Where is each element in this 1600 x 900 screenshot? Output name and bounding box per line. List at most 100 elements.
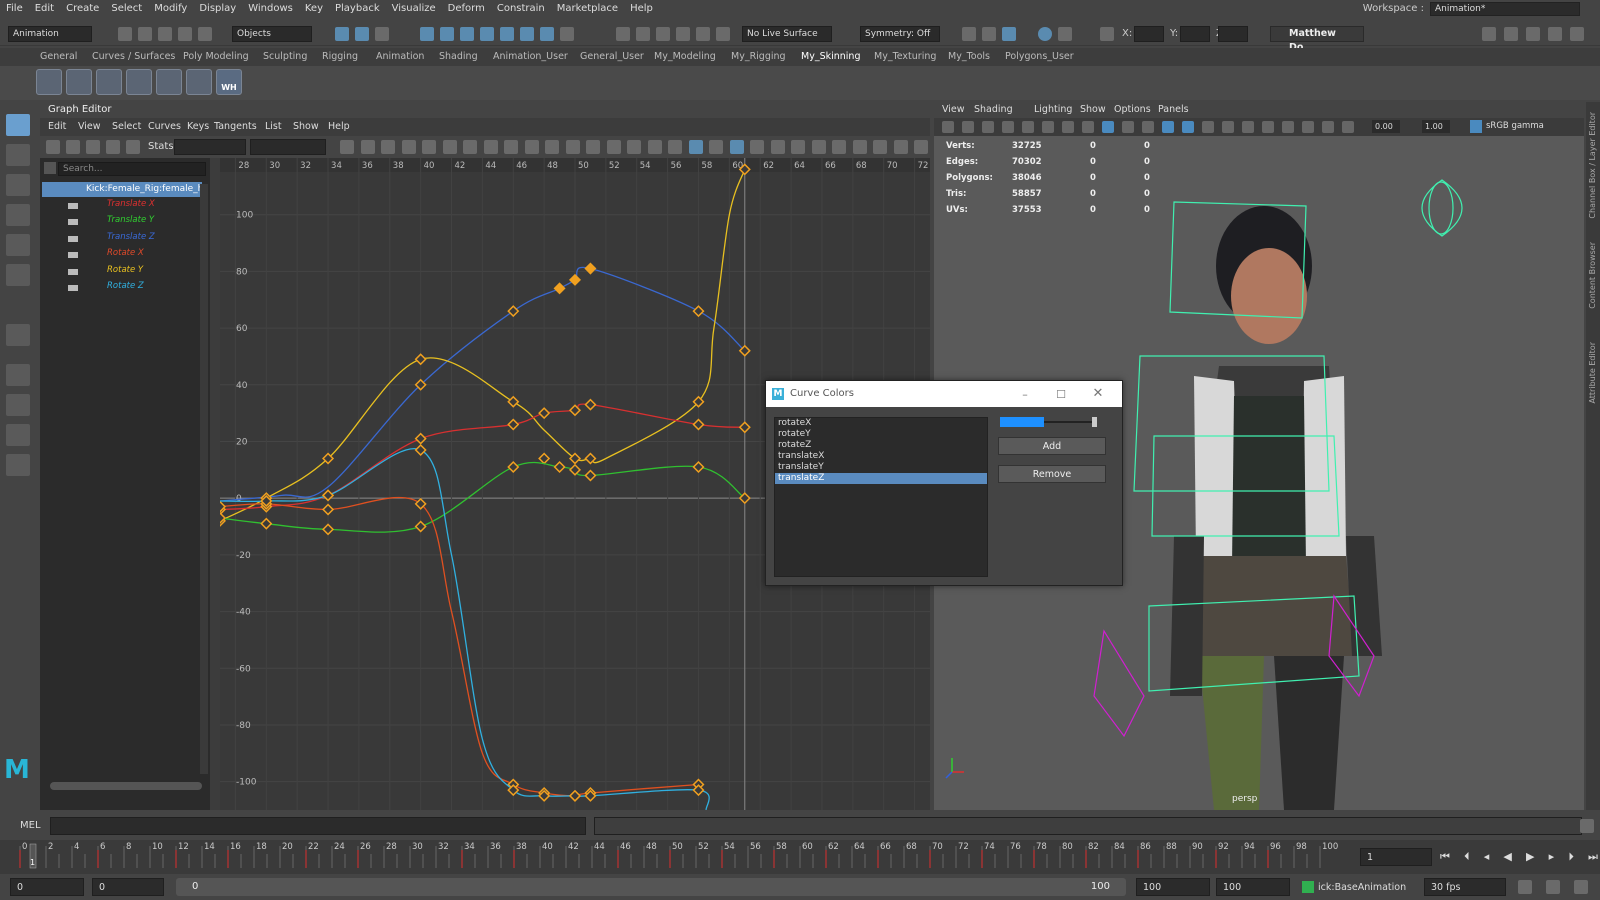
viewport-tool-icon[interactable] <box>1142 121 1154 133</box>
fps-dropdown[interactable]: 30 fps <box>1424 878 1506 896</box>
selected-keyframe[interactable] <box>585 263 596 274</box>
current-frame-field[interactable]: 1 <box>1360 848 1432 866</box>
z-field[interactable] <box>1218 26 1248 42</box>
isolate-icon[interactable] <box>852 140 867 154</box>
menu-display[interactable]: Display <box>193 0 242 17</box>
loop-icon[interactable] <box>1518 880 1532 894</box>
curve-rotate-x[interactable] <box>220 496 705 802</box>
paint-weights-icon[interactable] <box>96 69 122 95</box>
ge-menu-tangents[interactable]: Tangents <box>214 118 257 136</box>
right-tab-2[interactable]: Attribute Editor <box>1588 342 1597 404</box>
channel-rotate-x[interactable]: Rotate X <box>107 248 144 258</box>
center-current-icon[interactable] <box>422 140 436 154</box>
command-input[interactable] <box>50 817 586 835</box>
output-ops-icon[interactable] <box>656 27 670 41</box>
viewport-tool-icon[interactable] <box>1062 121 1074 133</box>
snap-point-icon[interactable] <box>460 27 474 41</box>
region-key-icon[interactable] <box>106 140 120 154</box>
shelf-tab-sculpting[interactable]: Sculpting <box>263 48 307 66</box>
anim-layer-icon[interactable] <box>1302 881 1314 893</box>
viewport-tool-icon[interactable] <box>1022 121 1034 133</box>
curve-attribute-item[interactable]: rotateX <box>775 418 987 429</box>
curve-attribute-item[interactable]: rotateY <box>775 429 987 440</box>
move-tool-icon[interactable] <box>6 204 30 226</box>
plateau-tangent-icon[interactable] <box>565 140 580 154</box>
denormalize-icon[interactable] <box>750 140 764 154</box>
far-clip-field[interactable]: 1.00 <box>1422 120 1450 133</box>
shelf-tab-my-modeling[interactable]: My_Modeling <box>654 48 716 66</box>
color-space-label[interactable]: sRGB gamma <box>1486 120 1582 133</box>
selection-mode-dropdown[interactable]: Objects <box>232 26 312 42</box>
viewport-tool-icon[interactable] <box>1342 121 1354 133</box>
viewport-menu-options[interactable]: Options <box>1114 102 1151 118</box>
copy-weights-icon[interactable] <box>156 69 182 95</box>
dope-sheet-icon[interactable] <box>873 140 887 154</box>
menu-windows[interactable]: Windows <box>242 0 299 17</box>
swap-buffer-icon[interactable] <box>709 140 723 154</box>
auto-tangent-icon[interactable] <box>442 140 457 154</box>
step-tangent-icon[interactable] <box>545 140 559 154</box>
outliner-layout-icon[interactable] <box>6 454 30 476</box>
keyframe[interactable] <box>507 418 520 431</box>
unsnap-icon[interactable] <box>832 140 846 154</box>
input-ops-icon[interactable] <box>636 27 650 41</box>
save-scene-icon[interactable] <box>158 27 172 41</box>
shelf-tab-general-user[interactable]: General_User <box>580 48 644 66</box>
minimize-icon[interactable]: – <box>1020 388 1030 401</box>
keyframe[interactable] <box>584 398 597 411</box>
snap-pivot-icon[interactable] <box>520 27 534 41</box>
keyframe[interactable] <box>322 503 335 516</box>
time-ruler[interactable]: 0 2 4 6 8 10 12 14 16 18 20 22 24 26 28 30 32 34 36 38 40 42 4… <box>0 840 1345 874</box>
keyframe[interactable] <box>414 432 427 445</box>
viewport-tool-icon[interactable] <box>1202 121 1214 133</box>
ge-menu-select[interactable]: Select <box>112 118 141 136</box>
keyframe[interactable] <box>584 469 597 482</box>
curve-attribute-item[interactable]: translateY <box>775 462 987 473</box>
outliner-root-node[interactable]: Kick:Female_Rig:female_hip <box>42 182 202 197</box>
last-tool-icon[interactable] <box>6 324 30 346</box>
hypershade-icon[interactable] <box>1002 27 1016 41</box>
trax-icon[interactable] <box>893 140 908 154</box>
menu-playback[interactable]: Playback <box>329 0 386 17</box>
play-back-icon[interactable]: ◀ <box>1503 850 1511 864</box>
joint-icon[interactable] <box>186 69 212 95</box>
render-view-icon[interactable] <box>982 27 996 41</box>
maximize-icon[interactable]: ☐ <box>1056 388 1066 401</box>
snap-grid-icon[interactable] <box>420 27 434 41</box>
shelf-tab-my-tools[interactable]: My_Tools <box>948 48 990 66</box>
channel-translate-y[interactable]: Translate Y <box>107 215 154 225</box>
viewport-tool-icon[interactable] <box>1002 121 1014 133</box>
keyframe[interactable] <box>507 460 520 474</box>
viewport-tool-icon[interactable] <box>1042 121 1054 133</box>
character-set-icon[interactable] <box>1574 880 1588 894</box>
undo-icon[interactable] <box>178 27 192 41</box>
buffer-curve-icon[interactable] <box>688 140 703 154</box>
shelf-tab-my-skinning[interactable]: My_Skinning <box>801 48 861 68</box>
right-tab-1[interactable]: Content Browser <box>1588 242 1597 309</box>
anim-start-field[interactable]: 0 <box>10 878 84 896</box>
menu-modify[interactable]: Modify <box>148 0 193 17</box>
ge-menu-show[interactable]: Show <box>293 118 319 136</box>
menu-visualize[interactable]: Visualize <box>386 0 442 17</box>
viewport-tool-icon[interactable] <box>942 121 954 133</box>
options-icon[interactable] <box>914 140 928 154</box>
viewport-tool-icon[interactable] <box>982 121 994 133</box>
channel-toggle-icon[interactable] <box>68 285 78 291</box>
keyframe[interactable] <box>414 353 427 366</box>
channel-box-icon[interactable] <box>1548 27 1562 41</box>
near-clip-field[interactable]: 0.00 <box>1372 120 1400 133</box>
ge-menu-help[interactable]: Help <box>328 118 350 136</box>
scale-tool-icon[interactable] <box>6 264 30 286</box>
break-tangent-icon[interactable] <box>586 140 600 154</box>
viewport-tool-icon[interactable] <box>1122 121 1134 133</box>
shelf-tab-polygons-user[interactable]: Polygons_User <box>1005 48 1074 66</box>
curve-attribute-list[interactable]: rotateX rotateY rotateZ translateX translate… <box>774 417 988 577</box>
shelf-tab-my-texturing[interactable]: My_Texturing <box>874 48 936 66</box>
keyframe[interactable] <box>507 395 520 408</box>
right-tab-0[interactable]: Channel Box / Layer Editor <box>1588 112 1597 219</box>
user-account-button[interactable]: Matthew Do... <box>1270 26 1364 53</box>
keyframe[interactable] <box>568 463 582 476</box>
color-slider-handle[interactable] <box>1092 417 1097 427</box>
frame-selection-icon[interactable] <box>381 140 395 154</box>
two-view-icon[interactable] <box>6 424 30 446</box>
